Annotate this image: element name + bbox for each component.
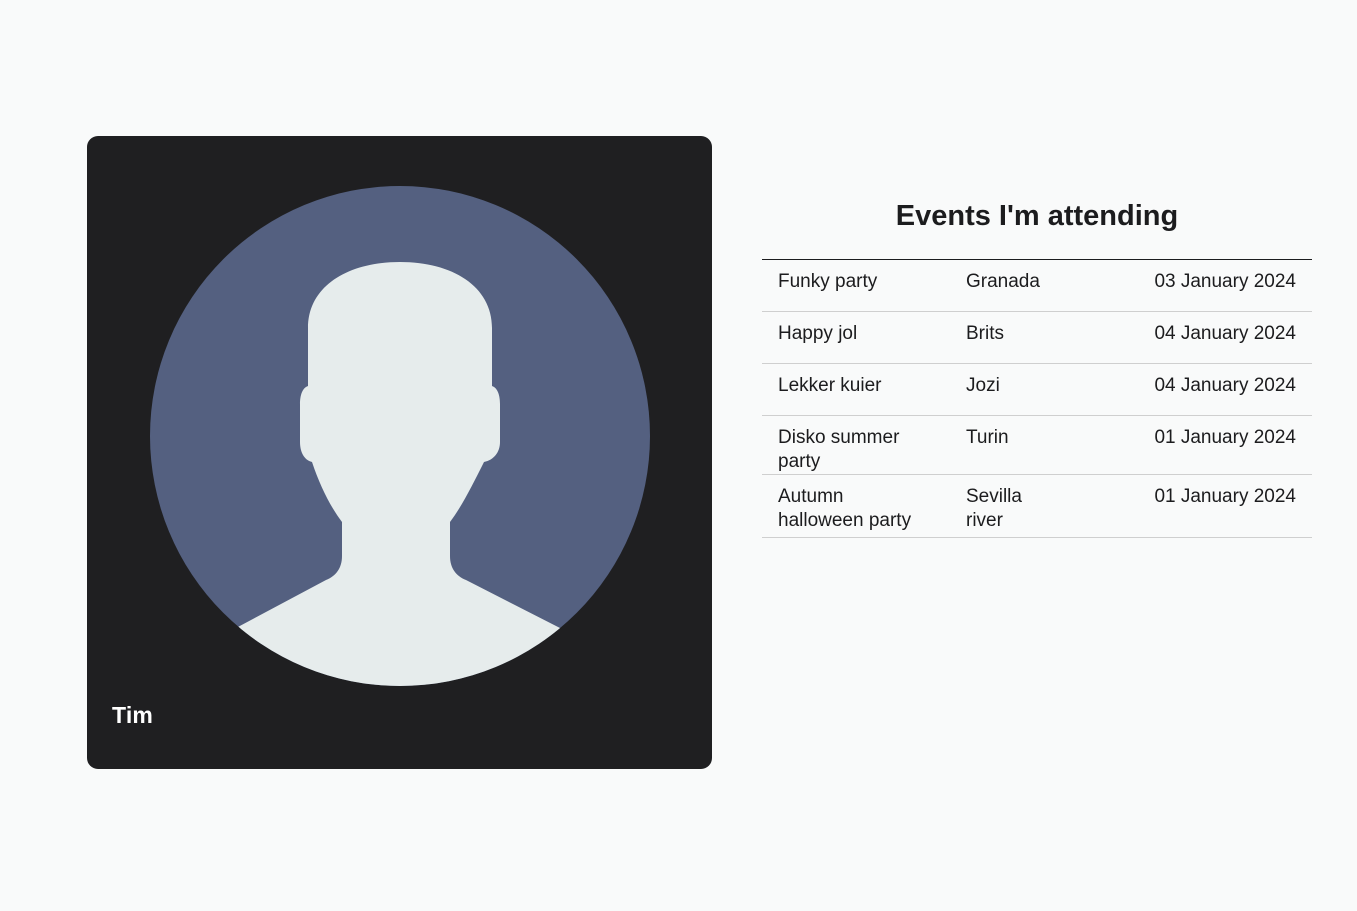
event-name: Happy jol: [762, 311, 950, 364]
event-place: Turin: [950, 415, 1056, 475]
event-date: 01 January 2024: [1056, 415, 1312, 475]
default-user-avatar-icon: [150, 186, 650, 686]
profile-name: Tim: [112, 702, 154, 728]
table-row[interactable]: Funky party Granada 03 January 2024: [762, 259, 1312, 312]
table-row[interactable]: Happy jol Brits 04 January 2024: [762, 311, 1312, 364]
event-date: 03 January 2024: [1056, 259, 1312, 312]
event-date: 01 January 2024: [1056, 474, 1312, 538]
event-date: 04 January 2024: [1056, 363, 1312, 416]
event-name: Funky party: [762, 259, 950, 312]
event-place: Granada: [950, 259, 1056, 312]
event-name: Disko summer party: [762, 415, 950, 475]
events-panel: Events I'm attending Funky party Granada…: [762, 190, 1312, 538]
event-name: Autumn halloween party: [762, 474, 950, 538]
table-row[interactable]: Lekker kuier Jozi 04 January 2024: [762, 363, 1312, 416]
event-name: Lekker kuier: [762, 363, 950, 416]
events-title: Events I'm attending: [895, 200, 1179, 232]
event-date: 04 January 2024: [1056, 311, 1312, 364]
table-row[interactable]: Disko summer party Turin 01 January 2024: [762, 415, 1312, 475]
table-row[interactable]: Autumn halloween party Sevilla river 01 …: [762, 474, 1312, 538]
profile-card: Tim: [87, 136, 712, 769]
event-place: Brits: [950, 311, 1056, 364]
events-table: Funky party Granada 03 January 2024 Happ…: [762, 259, 1312, 538]
event-place: Sevilla river: [950, 474, 1056, 538]
event-place: Jozi: [950, 363, 1056, 416]
